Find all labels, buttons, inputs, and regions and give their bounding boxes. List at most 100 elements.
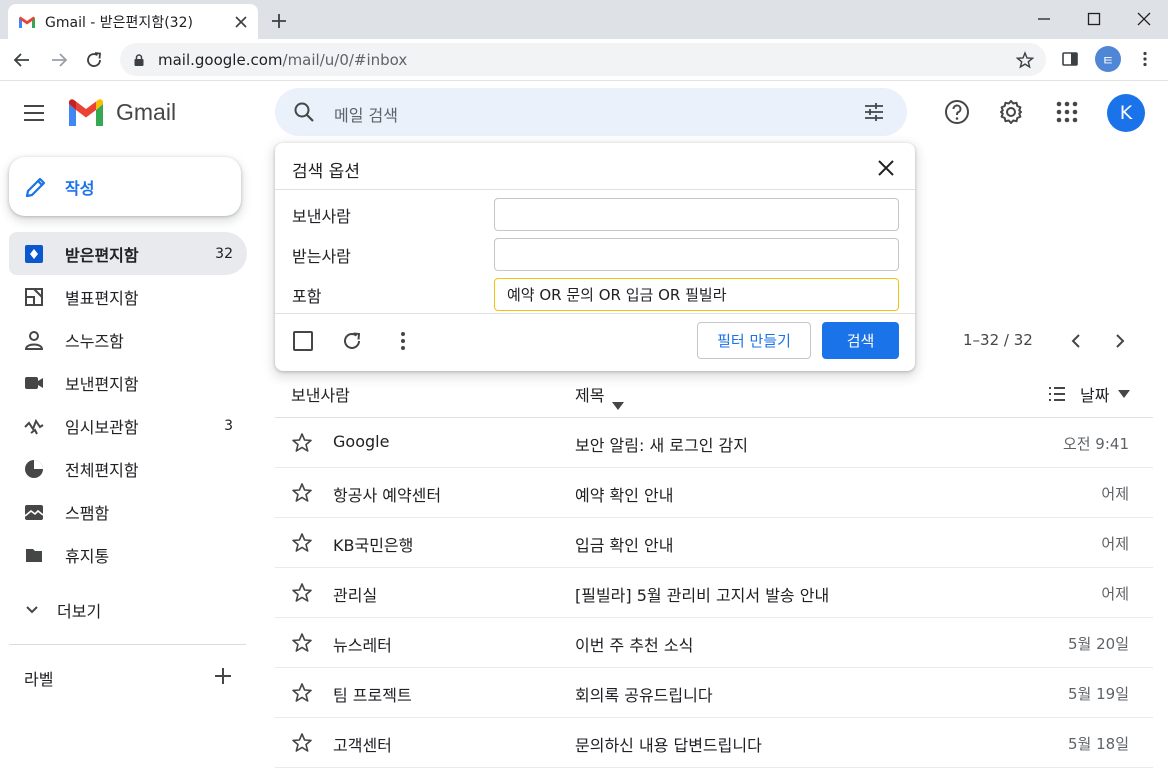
apps-grid-icon[interactable] <box>1054 99 1080 125</box>
email-date: 5월 19일 <box>1068 685 1129 703</box>
sidebar-item-label: 임시보관함 <box>65 417 139 437</box>
sidebar-item-count: 3 <box>224 417 233 434</box>
dialog-header-divider <box>275 189 915 190</box>
more-vertical-icon[interactable] <box>393 330 413 352</box>
minimize-icon[interactable] <box>1035 10 1053 28</box>
has-words-field[interactable] <box>494 278 899 311</box>
reload-icon[interactable] <box>84 50 104 70</box>
sidebar-nav: 받은편지함 32 별표편지함 스누즈함 보낸편지함 임시보관함 3 전체편지함 … <box>9 232 247 576</box>
star-icon[interactable] <box>291 432 313 454</box>
email-row[interactable]: KB국민은행 입금 확인 안내 어제 <box>275 518 1153 568</box>
email-list: Google 보안 알림: 새 로그인 감지 오전 9:41 항공사 예약센터 … <box>275 418 1153 768</box>
account-avatar[interactable]: K <box>1107 94 1145 132</box>
sidebar-item-sent[interactable]: 보낸편지함 <box>9 361 247 404</box>
email-sender: 항공사 예약센터 <box>333 486 442 505</box>
spam-icon <box>24 504 44 520</box>
column-header-sender[interactable]: 보낸사람 <box>291 382 350 406</box>
help-icon[interactable] <box>944 99 970 125</box>
lock-icon <box>134 53 144 66</box>
sidebar-item-label: 받은편지함 <box>65 245 139 265</box>
list-density-icon[interactable] <box>1047 385 1067 403</box>
email-row[interactable]: 관리실 [필빌라] 5월 관리비 고지서 발송 안내 어제 <box>275 568 1153 618</box>
gmail-logo-icon[interactable] <box>67 98 105 128</box>
main-menu-icon[interactable] <box>22 102 46 124</box>
settings-gear-icon[interactable] <box>998 99 1024 125</box>
sidebar-item-label: 스팸함 <box>65 503 110 523</box>
from-field[interactable] <box>494 198 899 231</box>
next-page-chevron-icon[interactable] <box>1111 332 1129 350</box>
sidebar-more-toggle[interactable]: 더보기 <box>24 598 101 622</box>
back-arrow-icon[interactable] <box>12 50 32 70</box>
email-row[interactable]: 항공사 예약센터 예약 확인 안내 어제 <box>275 468 1153 518</box>
sidebar-item-trash[interactable]: 휴지통 <box>9 533 247 576</box>
sidebar-item-label: 전체편지함 <box>65 460 139 480</box>
email-date: 오전 9:41 <box>1062 435 1129 453</box>
close-icon[interactable] <box>875 157 897 179</box>
email-row[interactable]: 고객센터 문의하신 내용 답변드립니다 5월 18일 <box>275 718 1153 768</box>
email-date: 5월 20일 <box>1068 635 1129 653</box>
star-icon[interactable] <box>291 532 313 554</box>
search-options-icon[interactable] <box>863 102 885 122</box>
email-date: 어제 <box>1101 535 1129 553</box>
star-icon[interactable] <box>291 632 313 654</box>
url-text: mail.google.com/mail/u/0/#inbox <box>158 51 407 69</box>
side-panel-icon[interactable] <box>1061 50 1079 68</box>
email-date: 어제 <box>1101 585 1129 603</box>
chevron-down-icon <box>26 606 38 614</box>
sidebar-item-all-mail[interactable]: 전체편지함 <box>9 447 247 490</box>
sidebar-item-spam[interactable]: 스팸함 <box>9 490 247 533</box>
url-host: mail.google.com <box>158 50 283 69</box>
mail-search-bar[interactable]: 메일 검색 <box>275 88 907 136</box>
window-close-icon[interactable] <box>1135 10 1153 28</box>
browser-menu-icon[interactable] <box>1136 50 1154 68</box>
email-subject: 이번 주 추천 소식 <box>575 636 694 655</box>
gmail-header: Gmail 메일 검색 K <box>0 82 1168 144</box>
maximize-icon[interactable] <box>1085 10 1103 28</box>
compose-label: 작성 <box>65 178 95 198</box>
gmail-logo-text: Gmail <box>116 99 177 125</box>
bookmark-star-icon[interactable] <box>1016 51 1034 69</box>
email-row[interactable]: 팀 프로젝트 회의록 공유드립니다 5월 19일 <box>275 668 1153 718</box>
search-submit-button[interactable]: 검색 <box>822 322 899 359</box>
column-header-subject[interactable]: 제목 <box>575 382 604 406</box>
star-icon[interactable] <box>291 582 313 604</box>
sent-icon <box>25 376 43 389</box>
dialog-title: 검색 옵션 <box>292 162 360 182</box>
browser-profile-avatar[interactable]: ㅌ <box>1095 46 1121 72</box>
column-header-date[interactable]: 날짜 <box>1080 382 1109 406</box>
refresh-icon[interactable] <box>341 330 363 352</box>
search-icon[interactable] <box>293 101 315 123</box>
browser-toolbar: mail.google.com/mail/u/0/#inbox ㅌ <box>0 39 1168 81</box>
select-all-checkbox[interactable] <box>293 331 313 351</box>
sort-down-icon[interactable] <box>612 402 624 410</box>
email-sender: 팀 프로젝트 <box>333 686 412 705</box>
browser-tab-title: Gmail - 받은편지함(32) <box>45 14 193 31</box>
create-filter-button[interactable]: 필터 만들기 <box>697 322 811 359</box>
to-label: 받는사람 <box>292 247 351 266</box>
forward-arrow-icon[interactable] <box>49 50 69 70</box>
search-placeholder: 메일 검색 <box>334 106 398 125</box>
email-row[interactable]: 뉴스레터 이번 주 추천 소식 5월 20일 <box>275 618 1153 668</box>
email-sender: 관리실 <box>333 586 378 605</box>
compose-button[interactable]: 작성 <box>9 157 241 216</box>
from-label: 보낸사람 <box>292 207 351 226</box>
sidebar-item-starred[interactable]: 별표편지함 <box>9 275 247 318</box>
star-icon[interactable] <box>291 482 313 504</box>
date-dropdown-icon[interactable] <box>1118 390 1130 398</box>
to-field[interactable] <box>494 238 899 271</box>
email-date: 5월 18일 <box>1068 735 1129 753</box>
pagination-text: 1–32 / 32 <box>963 331 1033 349</box>
browser-tab-gmail[interactable]: Gmail - 받은편지함(32) <box>8 4 258 39</box>
tab-close-icon[interactable] <box>234 15 248 29</box>
add-label-icon[interactable] <box>213 666 233 686</box>
star-icon[interactable] <box>291 732 313 754</box>
new-tab-icon[interactable] <box>270 12 288 30</box>
star-icon[interactable] <box>291 682 313 704</box>
address-bar[interactable]: mail.google.com/mail/u/0/#inbox <box>120 43 1046 76</box>
prev-page-chevron-icon[interactable] <box>1067 332 1085 350</box>
email-row[interactable]: Google 보안 알림: 새 로그인 감지 오전 9:41 <box>275 418 1153 468</box>
sidebar-item-snoozed[interactable]: 스누즈함 <box>9 318 247 361</box>
sidebar-item-inbox[interactable]: 받은편지함 32 <box>9 232 247 275</box>
sidebar-item-drafts[interactable]: 임시보관함 3 <box>9 404 247 447</box>
all-mail-icon <box>25 459 43 478</box>
